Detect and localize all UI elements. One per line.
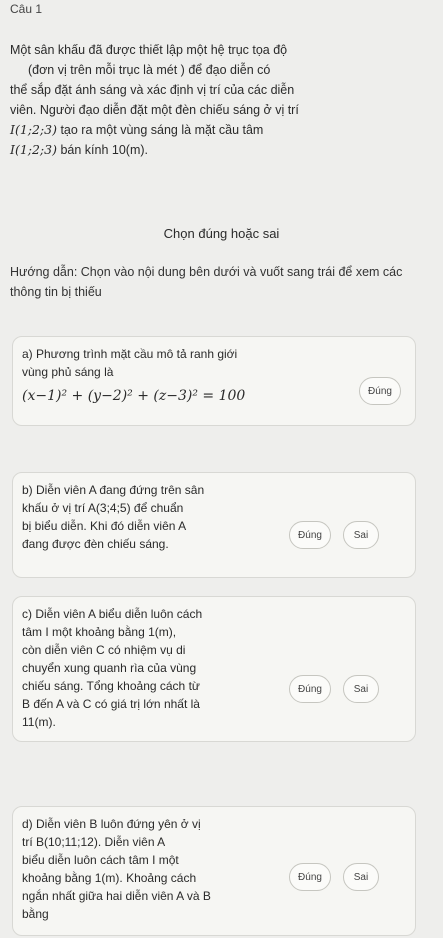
statement-line: khấu ở vị trí A(3;4;5) để chuẩn xyxy=(22,501,184,515)
sphere-center-math: I(1;2;3) xyxy=(10,142,57,157)
intro-line: viên. Người đạo diễn đặt một đèn chiếu s… xyxy=(10,103,299,117)
statement-d-true-button[interactable]: Đúng xyxy=(289,863,331,891)
intro-line: thể sắp đặt ánh sáng và xác định vị trí … xyxy=(10,83,295,97)
statement-c-true-button[interactable]: Đúng xyxy=(289,675,331,703)
statement-b-true-button[interactable]: Đúng xyxy=(289,521,331,549)
statement-d-card[interactable]: d) Diễn viên B luôn đứng yên ở vị trí B(… xyxy=(12,806,416,936)
sphere-equation: (x−1)² + (y−2)² + (z−3)² = 100 xyxy=(22,388,246,404)
statement-line: trí B(10;11;12). Diễn viên A xyxy=(22,835,166,849)
statement-c-card[interactable]: c) Diễn viên A biểu diễn luôn cách tâm I… xyxy=(12,596,416,742)
intro-line: I(1;2;3) tạo ra một vùng sáng là mặt cầu… xyxy=(10,120,430,140)
statement-b-text: b) Diễn viên A đang đứng trên sân khấu ở… xyxy=(22,481,277,553)
statement-line: ngắn nhất giữa hai diễn viên A và B xyxy=(22,889,211,903)
statement-line: còn diễn viên C có nhiệm vụ di xyxy=(22,643,186,657)
question-intro: Một sân khấu đã được thiết lập một hệ tr… xyxy=(10,40,430,160)
statement-a-card[interactable]: a) Phương trình mặt cầu mô tả ranh giới … xyxy=(12,336,416,426)
light-position-math: I(1;2;3) xyxy=(10,122,57,137)
statement-line: bằng xyxy=(22,907,49,921)
statement-line: chiếu sáng. Tổng khoảng cách từ xyxy=(22,679,200,693)
question-number: Câu 1 xyxy=(10,2,43,16)
statement-line: b) Diễn viên A đang đứng trên sân xyxy=(22,483,205,497)
intro-line: I(1;2;3) bán kính 10(m). xyxy=(10,140,430,160)
statement-d-false-button[interactable]: Sai xyxy=(343,863,379,891)
statement-line: khoảng bằng 1(m). Khoảng cách xyxy=(22,871,197,885)
statement-c-false-button[interactable]: Sai xyxy=(343,675,379,703)
statement-a-true-button[interactable]: Đúng xyxy=(359,377,401,405)
statement-line: tâm I một khoảng bằng 1(m), xyxy=(22,625,177,639)
statement-line: chuyển xung quanh rìa của vùng xyxy=(22,661,197,675)
intro-line: Một sân khấu đã được thiết lập một hệ tr… xyxy=(10,43,288,57)
statement-line: a) Phương trình mặt cầu mô tả ranh giới xyxy=(22,347,238,361)
statement-line: B đến A và C có giá trị lớn nhất là xyxy=(22,697,200,711)
intro-line: (đơn vị trên mỗi trục là mét ) để đạo di… xyxy=(28,63,271,77)
statement-b-false-button[interactable]: Sai xyxy=(343,521,379,549)
choose-label: Chọn đúng hoặc sai xyxy=(163,226,280,241)
statement-line: vùng phủ sáng là xyxy=(22,365,114,379)
statement-line: biểu diễn luôn cách tâm I một xyxy=(22,853,179,867)
guide-text: Hướng dẫn: Chọn vào nội dung bên dưới và… xyxy=(10,265,403,299)
intro-line-text: bán kính 10(m). xyxy=(56,143,148,157)
statement-line: d) Diễn viên B luôn đứng yên ở vị xyxy=(22,817,201,831)
statement-line: bị biểu diễn. Khi đó diễn viên A xyxy=(22,519,187,533)
statement-a-text: a) Phương trình mặt cầu mô tả ranh giới … xyxy=(22,345,352,405)
statement-line: 11(m). xyxy=(22,715,56,729)
statement-line: đang được đèn chiếu sáng. xyxy=(22,537,169,551)
statement-c-text: c) Diễn viên A biểu diễn luôn cách tâm I… xyxy=(22,605,277,731)
intro-line-text: tạo ra một vùng sáng là mặt cầu tâm xyxy=(56,123,264,137)
statement-b-card[interactable]: b) Diễn viên A đang đứng trên sân khấu ở… xyxy=(12,472,416,578)
statement-d-text: d) Diễn viên B luôn đứng yên ở vị trí B(… xyxy=(22,815,282,923)
statement-line: c) Diễn viên A biểu diễn luôn cách xyxy=(22,607,203,621)
